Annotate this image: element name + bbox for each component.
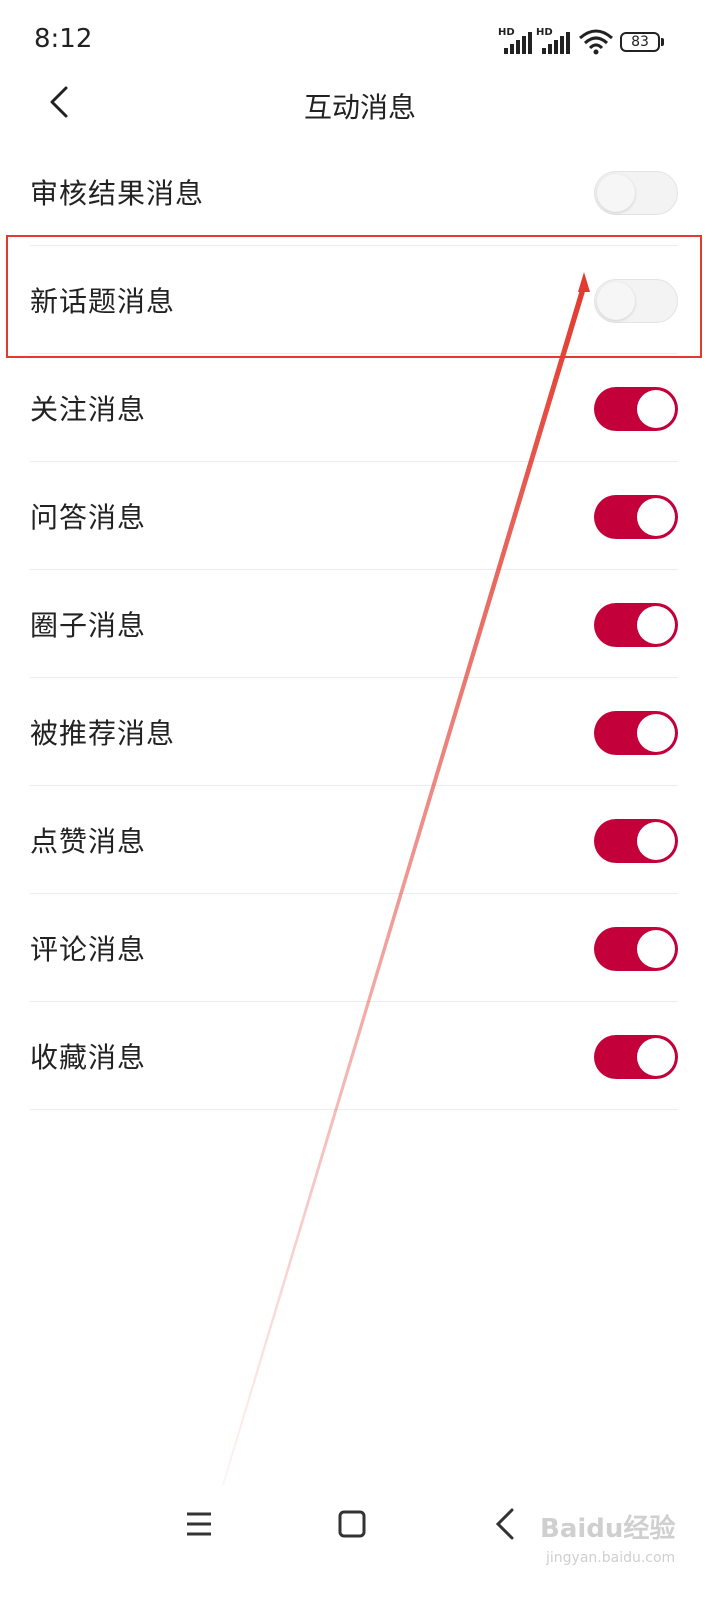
toggle-knob	[637, 822, 675, 860]
setting-label: 关注消息	[30, 393, 147, 426]
setting-row: 关注消息	[0, 354, 720, 462]
status-time: 8:12	[34, 24, 93, 54]
setting-label: 评论消息	[30, 933, 147, 966]
setting-row: 收藏消息	[0, 1002, 720, 1110]
setting-label: 审核结果消息	[30, 177, 205, 210]
setting-toggle[interactable]	[594, 495, 678, 539]
back-icon[interactable]	[482, 1500, 530, 1548]
setting-label: 点赞消息	[30, 825, 147, 858]
wifi-icon	[579, 29, 613, 55]
setting-toggle[interactable]	[594, 171, 678, 215]
menu-icon[interactable]	[175, 1500, 223, 1548]
divider	[30, 1109, 678, 1110]
toggle-knob	[637, 714, 675, 752]
toggle-knob	[637, 606, 675, 644]
setting-row: 圈子消息	[0, 570, 720, 678]
toggle-knob	[597, 174, 635, 212]
setting-toggle[interactable]	[594, 927, 678, 971]
annotation-highlight-box	[6, 235, 702, 358]
setting-label: 圈子消息	[30, 609, 147, 642]
setting-label: 问答消息	[30, 501, 147, 534]
toggle-knob	[637, 930, 675, 968]
setting-toggle[interactable]	[594, 819, 678, 863]
setting-row: 评论消息	[0, 894, 720, 1002]
setting-toggle[interactable]	[594, 1035, 678, 1079]
setting-label: 收藏消息	[30, 1041, 147, 1074]
toggle-knob	[637, 498, 675, 536]
header: 互动消息	[0, 70, 720, 136]
home-icon[interactable]	[328, 1500, 376, 1548]
cellular-signal-icon-2: HD	[536, 28, 572, 54]
page-title: 互动消息	[303, 91, 416, 124]
setting-row: 问答消息	[0, 462, 720, 570]
setting-row: 点赞消息	[0, 786, 720, 894]
battery-tip	[661, 38, 664, 46]
watermark-logo: Baidu经验	[540, 1514, 676, 1544]
setting-toggle[interactable]	[594, 387, 678, 431]
toggle-knob	[637, 1038, 675, 1076]
toggle-knob	[637, 390, 675, 428]
cellular-signal-icon: HD	[498, 28, 534, 54]
setting-row: 被推荐消息	[0, 678, 720, 786]
setting-toggle[interactable]	[594, 711, 678, 755]
setting-label: 被推荐消息	[30, 717, 176, 750]
watermark-url: jingyan.baidu.com	[546, 1550, 676, 1566]
battery-icon: 83	[620, 32, 660, 52]
setting-toggle[interactable]	[594, 603, 678, 647]
setting-row: 审核结果消息	[0, 138, 720, 246]
